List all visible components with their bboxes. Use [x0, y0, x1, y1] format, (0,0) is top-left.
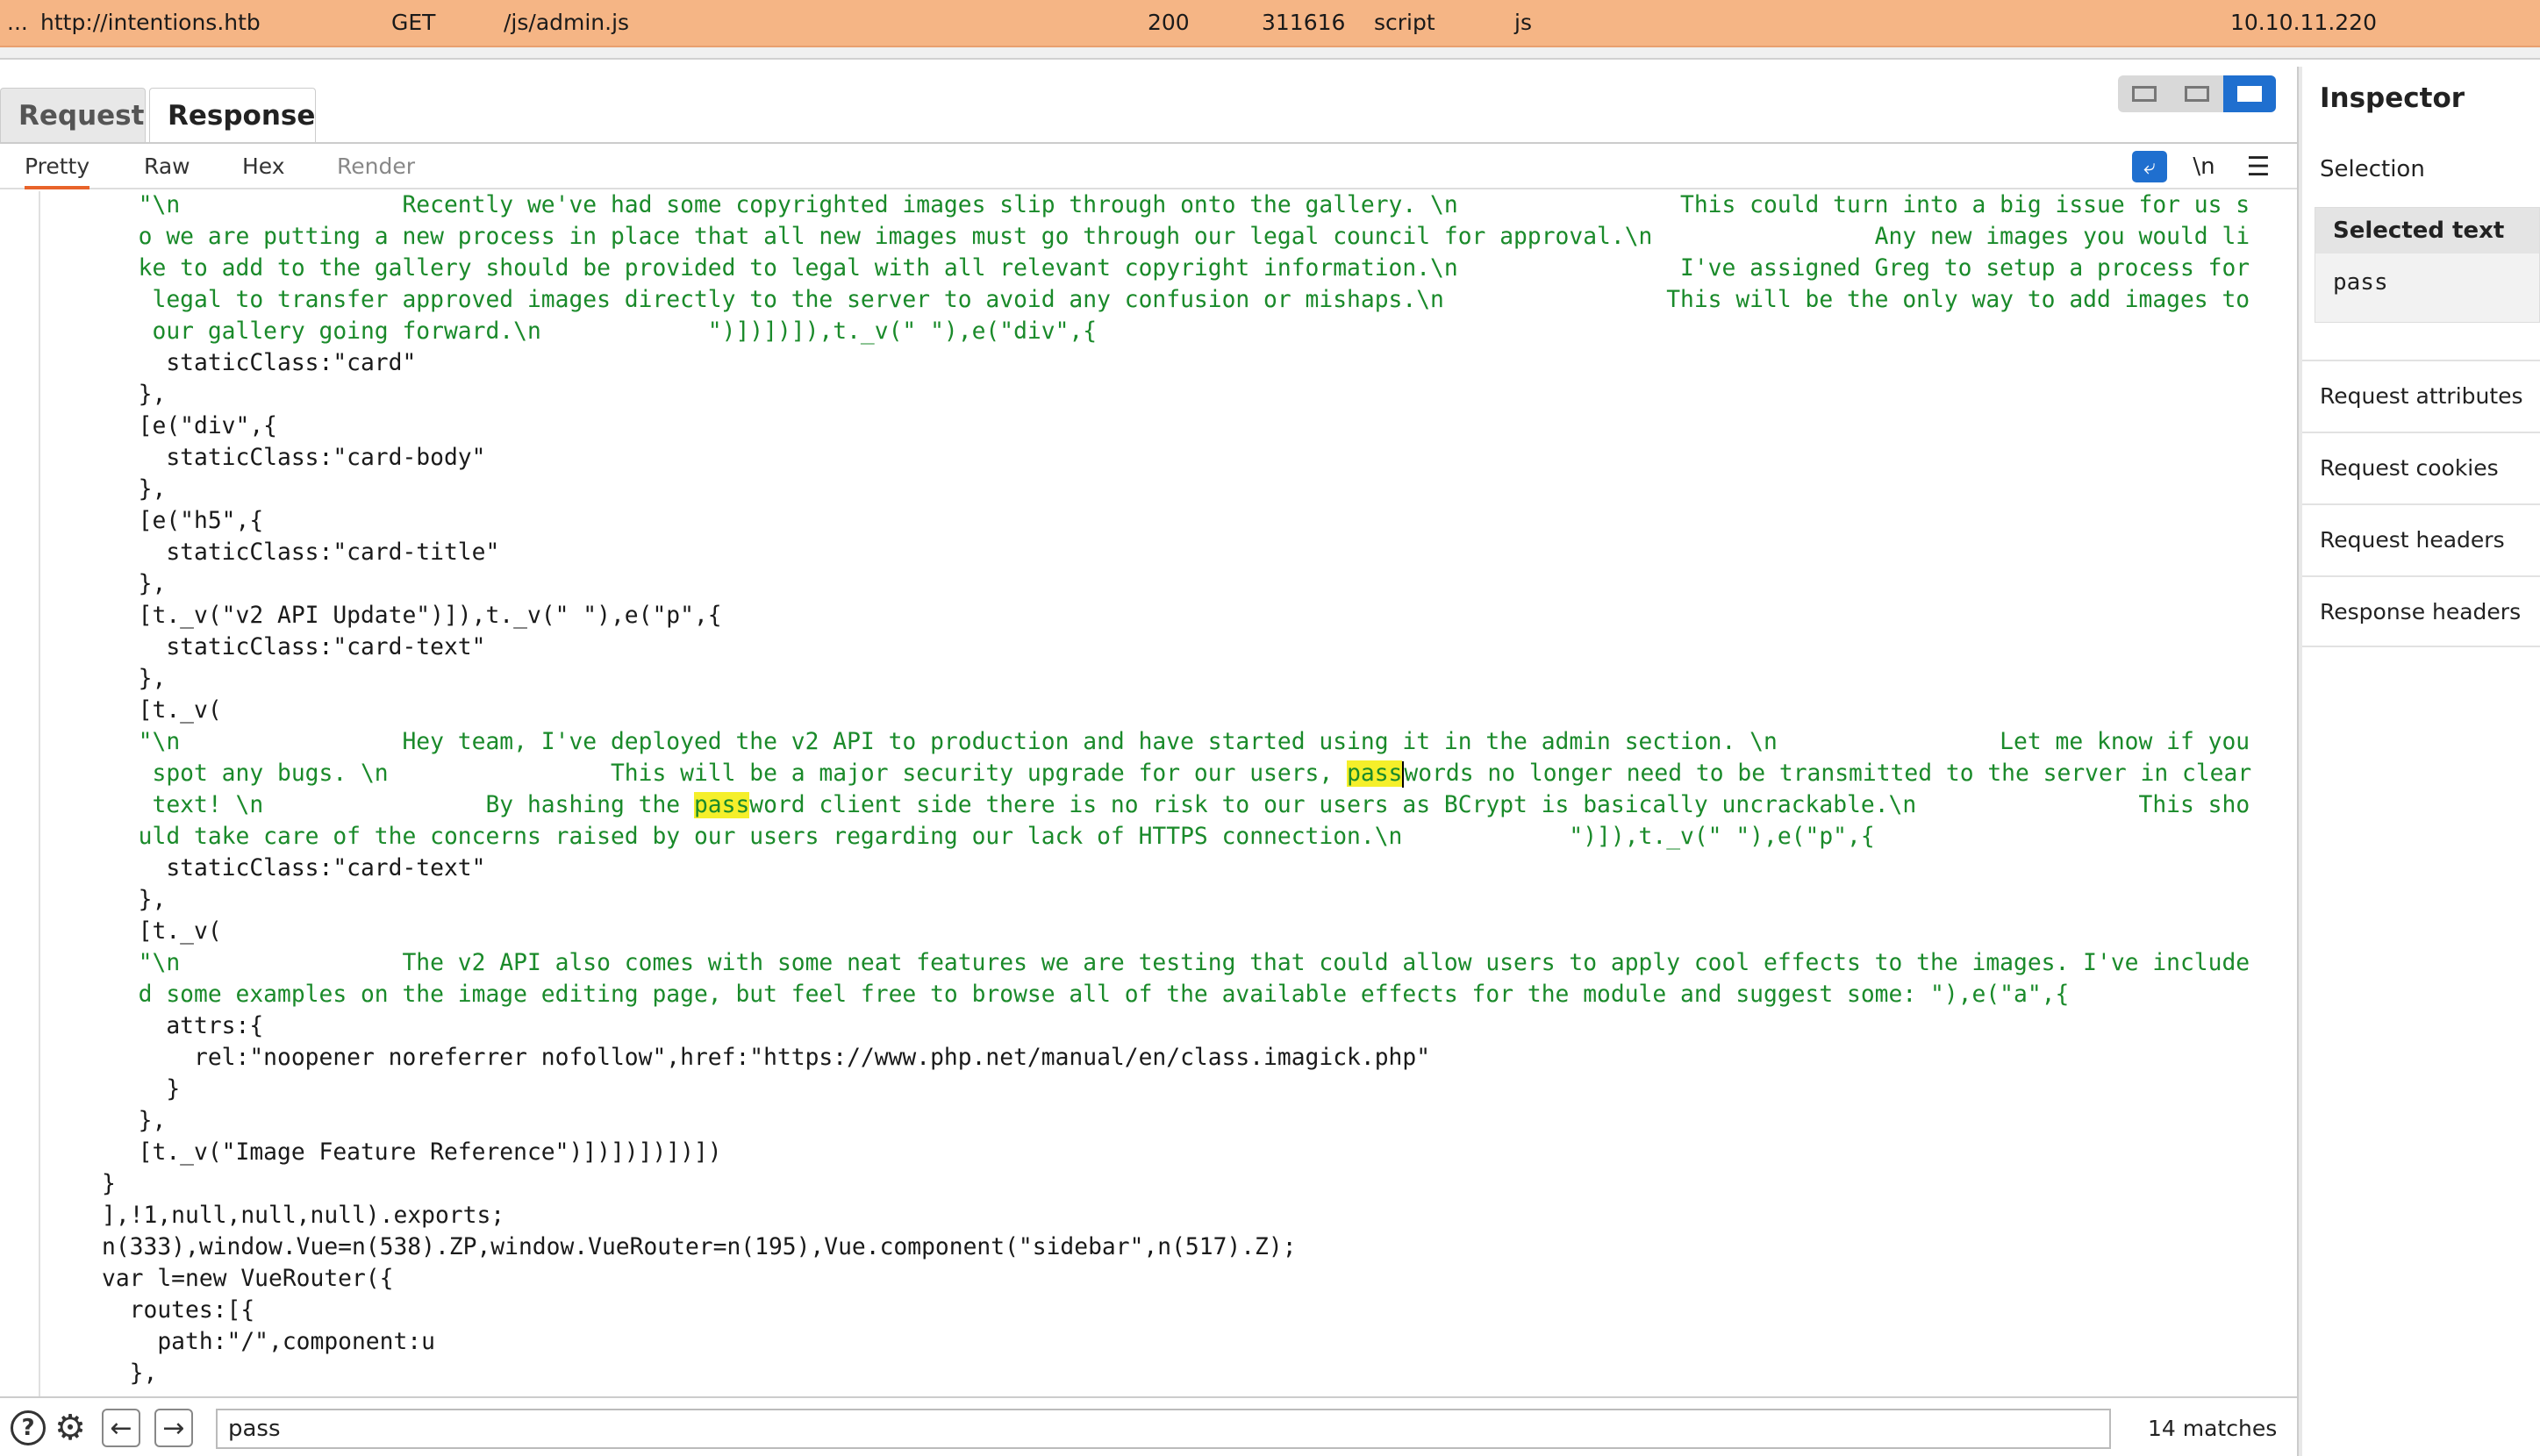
selection-heading: Selection: [2320, 156, 2425, 182]
inspector-item-request-attributes[interactable]: Request attributes: [2302, 360, 2540, 432]
search-match-highlight: pass: [1347, 760, 1403, 787]
single-pane-icon: [2237, 86, 2262, 102]
code-line: },: [111, 1108, 167, 1134]
code-line: },: [111, 571, 167, 597]
inspector-item-response-headers[interactable]: Response headers: [2302, 575, 2540, 647]
arrow-right-icon: →: [162, 1412, 185, 1444]
code-line: staticClass:"card-title": [111, 539, 500, 566]
code-line: attrs:{: [111, 1013, 264, 1039]
code-line: path:"/",component:u: [102, 1329, 435, 1355]
code-line: [t._v(: [111, 918, 222, 945]
selected-text-section[interactable]: Selected text pass: [2315, 207, 2540, 323]
code-segment: spot any bugs. \n This will be a major s…: [111, 760, 1348, 787]
code-line: staticClass:"card": [111, 350, 417, 376]
code-line: }: [102, 1171, 116, 1197]
search-input[interactable]: [216, 1409, 2111, 1449]
code-segment: word client side there is no risk to our…: [749, 792, 2250, 818]
subtab-hex[interactable]: Hex: [242, 144, 285, 189]
view-subtabs: Pretty Raw Hex Render: [0, 144, 2297, 189]
layout-stacked-button[interactable]: [2171, 75, 2223, 112]
code-line: staticClass:"card-text": [111, 855, 486, 881]
editor-options: ⤶ \n ☰: [2132, 151, 2276, 182]
row-extension: js: [1514, 10, 1532, 35]
code-line: },: [102, 1360, 158, 1387]
search-match-highlight: pass: [693, 792, 750, 818]
code-line: [t._v(: [111, 697, 222, 724]
line-gutter: [0, 191, 40, 1400]
row-ip: 10.10.11.220: [2230, 10, 2377, 35]
subtab-pretty[interactable]: Pretty: [25, 144, 90, 189]
code-line: staticClass:"card-body": [111, 445, 486, 471]
tab-response[interactable]: Response: [149, 88, 316, 142]
code-line: [e("h5",{: [111, 508, 264, 534]
horizontal-scroll-strip[interactable]: [0, 47, 2540, 60]
inspector-item-request-headers[interactable]: Request headers: [2302, 503, 2540, 575]
layout-side-by-side-button[interactable]: [2118, 75, 2171, 112]
selected-text-value: pass: [2333, 269, 2388, 296]
tab-request[interactable]: Request: [0, 88, 146, 142]
arrow-left-icon: ←: [110, 1412, 132, 1444]
row-status: 200: [1148, 10, 1190, 35]
layout-single-button[interactable]: [2223, 75, 2276, 112]
code-line-match: text! \n By hashing the password client …: [111, 789, 2250, 821]
show-newlines-button[interactable]: \n: [2186, 153, 2222, 180]
code-line: rel:"noopener noreferrer nofollow",href:…: [111, 1045, 1431, 1071]
code-line: },: [111, 887, 167, 913]
code-segment: words no longer need to be transmitted t…: [1404, 760, 2252, 787]
inspector-panel: Inspector Selection Selected text pass R…: [2302, 67, 2540, 1456]
row-host: http://intentions.htb: [40, 10, 261, 35]
code-line: "\n Hey team, I've deployed the v2 API t…: [111, 729, 2250, 755]
code-line: ],!1,null,null,null).exports;: [102, 1203, 505, 1229]
rows-icon: [2185, 86, 2209, 102]
code-line: uld take care of the concerns raised by …: [111, 824, 1875, 850]
subtab-raw[interactable]: Raw: [144, 144, 190, 189]
code-line: staticClass:"card-text": [111, 634, 486, 660]
code-line: our gallery going forward.\n ")])])]),t.…: [111, 318, 1098, 345]
code-line: var l=new VueRouter({: [102, 1266, 394, 1292]
code-line: d some examples on the image editing pag…: [111, 981, 2070, 1008]
request-row-selected[interactable]: ... http://intentions.htb GET /js/admin.…: [0, 0, 2540, 47]
code-line: }: [111, 1076, 181, 1103]
message-editor-panel: Request Response Pretty Raw Hex Render ⤶…: [0, 67, 2297, 1456]
row-method: GET: [391, 10, 436, 35]
layout-toggle-group: [2118, 75, 2276, 112]
next-match-button[interactable]: →: [154, 1409, 193, 1447]
wrap-lines-icon[interactable]: ⤶: [2132, 151, 2167, 182]
row-url: /js/admin.js: [504, 10, 630, 35]
selected-text-label: Selected text: [2315, 208, 2539, 253]
code-line: [t._v("v2 API Update")]),t._v(" "),e("p"…: [111, 603, 722, 629]
code-line: o we are putting a new process in place …: [111, 224, 2250, 250]
code-line: [t._v("Image Feature Reference")])])])])…: [111, 1139, 722, 1166]
code-segment: text! \n By hashing the: [111, 792, 694, 818]
code-line: n(333),window.Vue=n(538).ZP,window.VueRo…: [102, 1234, 1297, 1260]
code-line: ke to add to the gallery should be provi…: [111, 255, 2250, 282]
code-line: "\n Recently we've had some copyrighted …: [111, 192, 2250, 218]
code-line: legal to transfer approved images direct…: [111, 287, 2250, 313]
code-line: "\n The v2 API also comes with some neat…: [111, 950, 2250, 976]
gear-icon[interactable]: ⚙: [51, 1408, 89, 1448]
row-length: 311616: [1262, 10, 1346, 35]
code-line: },: [111, 666, 167, 692]
subtab-render[interactable]: Render: [337, 144, 415, 189]
code-line: routes:[{: [102, 1297, 255, 1324]
help-icon[interactable]: ?: [11, 1410, 46, 1445]
code-line-match: spot any bugs. \n This will be a major s…: [111, 758, 2251, 789]
search-bar: ? ⚙ ← → 14 matches: [0, 1396, 2297, 1456]
code-line: [e("div",{: [111, 413, 277, 439]
row-mime: script: [1374, 10, 1435, 35]
code-line: },: [111, 476, 167, 503]
menu-icon[interactable]: ☰: [2241, 152, 2276, 182]
row-index: ...: [7, 10, 28, 35]
inspector-title: Inspector: [2320, 82, 2465, 114]
code-line: },: [111, 382, 167, 408]
previous-match-button[interactable]: ←: [102, 1409, 140, 1447]
match-count: 14 matches: [2148, 1416, 2278, 1441]
columns-icon: [2132, 86, 2157, 102]
response-body-viewer[interactable]: "\n Recently we've had some copyrighted …: [0, 191, 2297, 1400]
inspector-item-request-cookies[interactable]: Request cookies: [2302, 432, 2540, 503]
